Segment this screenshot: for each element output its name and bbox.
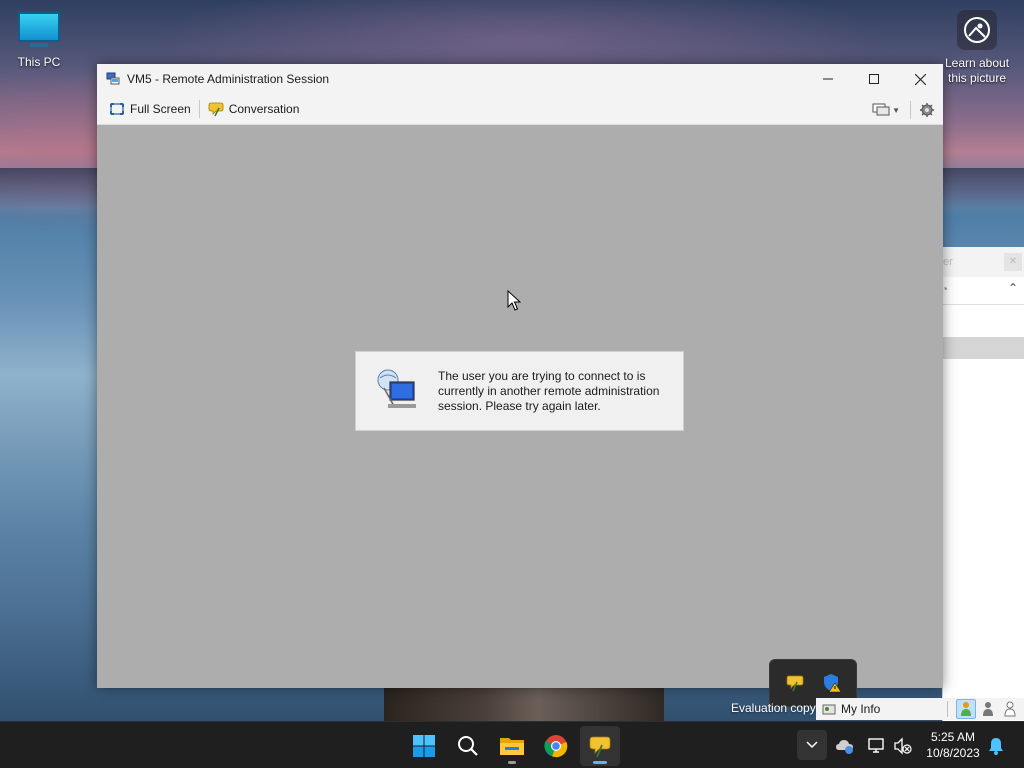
tray-security-warning-icon[interactable] [822,673,842,693]
background-window-row [943,305,1024,337]
user-busy-icon [983,702,993,716]
minimize-button[interactable] [805,64,851,94]
background-app-window[interactable]: er ✕ ◔ ⌃ [941,247,1024,721]
connection-busy-message: The user you are trying to connect to is… [355,351,684,431]
file-explorer-icon [500,738,524,755]
toolbar-separator [910,101,911,119]
toolbar-right-group: ▼ [872,98,935,122]
conversation-button[interactable]: Conversation [204,97,304,121]
maximize-icon [869,74,879,84]
remote-computer-icon [374,366,420,416]
start-icon [413,735,435,757]
chrome-button[interactable] [536,726,576,766]
file-explorer-button[interactable] [492,726,532,766]
show-hidden-icons-button[interactable] [797,730,827,760]
running-indicator [508,761,516,764]
conversation-label: Conversation [228,102,300,116]
full-screen-label: Full Screen [130,102,191,116]
chevron-down-icon[interactable]: ▼ [892,106,900,115]
title-bar[interactable]: VM5 - Remote Administration Session [97,64,943,94]
user-away-icon [1004,701,1016,717]
close-icon [914,73,926,85]
monitor-stand [30,43,48,47]
search-button[interactable] [448,726,488,766]
my-info-strip: My Info [816,698,1024,720]
window-title: VM5 - Remote Administration Session [127,72,330,86]
close-button[interactable] [897,64,943,94]
chat-app-button[interactable] [580,726,620,766]
remote-session-app-icon [106,72,120,86]
start-button[interactable] [404,726,444,766]
display-select-icon[interactable] [872,102,890,118]
wallpaper-rock [384,688,664,721]
volume-muted-icon[interactable] [893,736,913,756]
desktop-icon-learn-about-picture[interactable]: Learn about this picture [940,10,1014,86]
minimize-icon [823,78,833,80]
evaluation-copy-text: Evaluation copy [731,701,816,715]
toolbar-separator [198,100,200,118]
status-buttons [947,698,1020,720]
full-screen-button[interactable]: Full Screen [105,97,195,121]
this-pc-icon [18,12,60,42]
background-window-close-icon[interactable]: ✕ [1004,253,1022,271]
onedrive-sync-icon[interactable] [835,736,855,756]
clock-time: 5:25 AM [930,730,976,744]
chevron-up-icon[interactable]: ⌃ [1008,281,1018,295]
chevron-down-icon [806,741,818,749]
my-info-label[interactable]: My Info [841,702,880,716]
status-away-button[interactable] [1000,699,1020,719]
clock-date: 10/8/2023 [926,746,980,760]
session-toolbar: Full Screen Conversation ▼ [97,94,943,125]
background-window-text-fragment: er [943,256,953,268]
window-controls [805,64,943,94]
full-screen-icon [109,101,125,117]
this-pc-label: This PC [17,55,61,69]
search-icon [458,736,478,756]
network-icon[interactable] [867,736,887,756]
status-busy-button[interactable] [978,699,998,719]
remote-session-viewport[interactable]: The user you are trying to connect to is… [97,125,943,688]
learn-about-picture-icon [957,10,997,50]
status-available-button[interactable] [956,699,976,719]
my-info-icon [822,702,836,716]
maximize-button[interactable] [851,64,897,94]
settings-gear-icon[interactable] [919,102,935,118]
background-window-row: ◔ ⌃ [941,277,1024,305]
clock[interactable]: 5:25 AM 10/8/2023 [920,729,986,761]
status-divider [947,701,948,717]
chrome-icon [544,735,568,758]
taskbar: 5:25 AM 10/8/2023 [0,721,1024,768]
desktop-icon-this-pc[interactable]: This PC [8,8,70,69]
background-window-selected-row [943,337,1024,359]
learn-about-picture-label: Learn about this picture [944,56,1010,85]
running-indicator [593,761,607,764]
conversation-icon [208,101,224,117]
remote-admin-window[interactable]: VM5 - Remote Administration Session Full… [97,64,943,688]
chat-app-icon [589,736,611,758]
tray-chat-app-icon[interactable] [785,673,805,693]
message-text: The user you are trying to connect to is… [438,369,660,413]
user-available-icon [961,702,971,716]
background-window-header: er ✕ [943,247,1024,277]
mouse-pointer-icon [507,290,521,311]
notification-bell-icon[interactable] [987,736,1007,756]
